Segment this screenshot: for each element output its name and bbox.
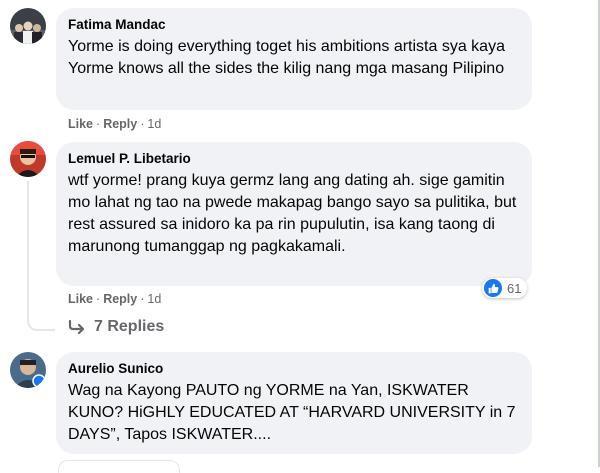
profile-photo-icon: [10, 8, 46, 44]
comment-bubble: Aurelio Sunico Wag na Kayong PAUTO ng YO…: [56, 352, 532, 454]
separator-dot: ·: [96, 292, 101, 306]
avatar[interactable]: [10, 352, 46, 388]
reply-arrow-icon: [68, 320, 85, 334]
thumbs-up-icon: [484, 279, 502, 297]
separator-dot: ·: [140, 292, 145, 306]
thread-connector: [27, 313, 55, 331]
reaction-count[interactable]: 61: [482, 278, 528, 298]
comment-bubble: Lemuel P. Libetario wtf yorme! prang kuy…: [56, 142, 532, 286]
avatar[interactable]: [10, 8, 46, 44]
separator-dot: ·: [140, 117, 145, 131]
comment-bubble: Fatima Mandac Yorme is doing everything …: [56, 8, 532, 110]
reply-button[interactable]: Reply: [103, 117, 137, 131]
profile-photo-icon: [10, 352, 46, 388]
like-button[interactable]: Like: [68, 117, 93, 131]
replies-label: 7 Replies: [94, 318, 165, 335]
comment-text: Yorme is doing everything toget his ambi…: [68, 38, 505, 77]
comment-actions: Like · Reply · 1d: [68, 291, 161, 307]
separator-dot: ·: [96, 117, 101, 131]
thread-connector: [27, 181, 29, 313]
comment-text: wtf yorme! prang kuya germz lang ang dat…: [68, 172, 517, 255]
comment-actions: Like · Reply · 1d: [68, 116, 161, 132]
comment-timestamp[interactable]: 1d: [147, 117, 161, 131]
comment-timestamp[interactable]: 1d: [147, 292, 161, 306]
avatar[interactable]: [10, 141, 46, 177]
comment-author[interactable]: Lemuel P. Libetario: [68, 151, 520, 167]
view-replies-button[interactable]: 7 Replies: [68, 317, 164, 337]
comment-text: Wag na Kayong PAUTO ng YORME na Yan, ISK…: [68, 382, 516, 443]
reply-button[interactable]: Reply: [103, 292, 137, 306]
reaction-count-label: 61: [507, 280, 522, 296]
profile-photo-icon: [10, 141, 46, 177]
comment-author[interactable]: Fatima Mandac: [68, 17, 520, 33]
like-button[interactable]: Like: [68, 292, 93, 306]
comment-author[interactable]: Aurelio Sunico: [68, 361, 520, 377]
